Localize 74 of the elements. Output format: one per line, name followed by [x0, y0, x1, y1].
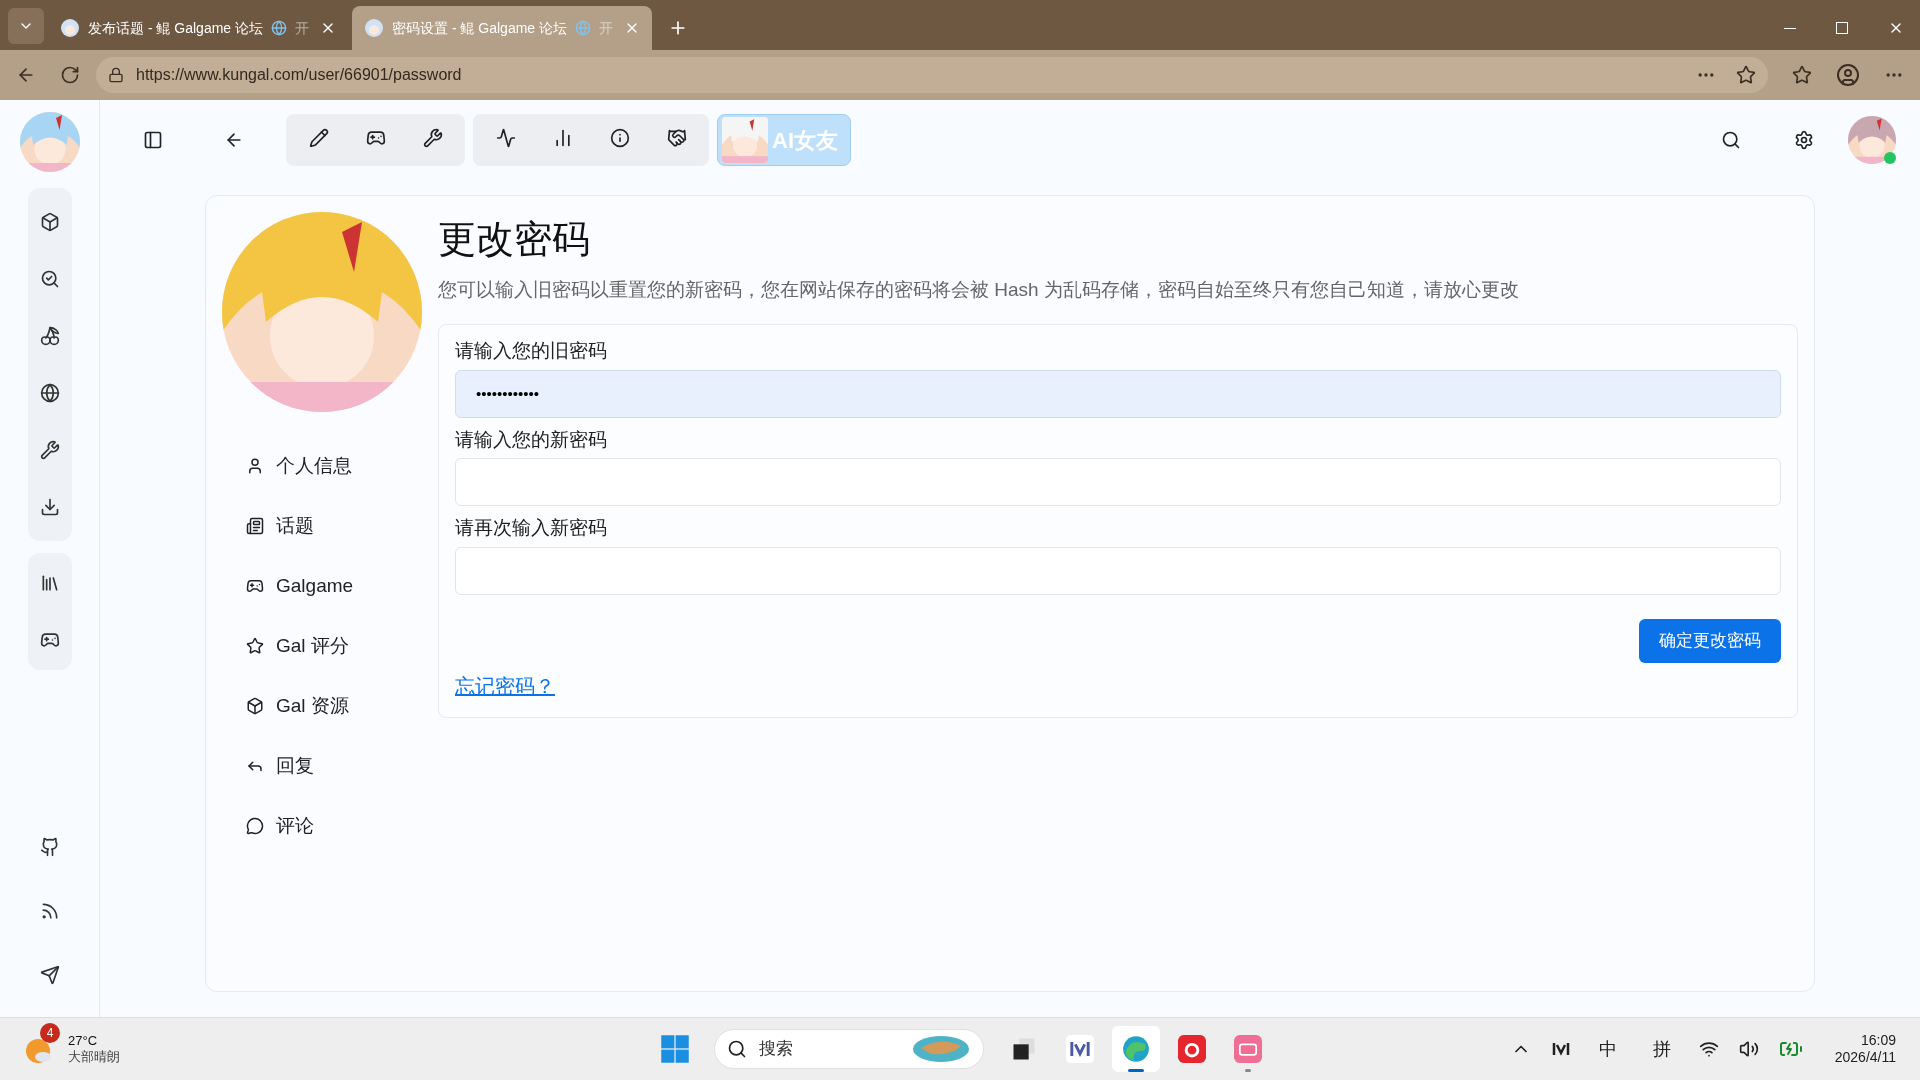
- edit-icon: [308, 128, 329, 148]
- star-icon: [246, 637, 264, 655]
- globe-icon: [575, 20, 592, 36]
- favicon-icon: [60, 18, 80, 38]
- profile-menu-item[interactable]: Gal 评分: [246, 616, 422, 676]
- profile-menu-item[interactable]: 回复: [246, 736, 422, 796]
- tv-icon: [1234, 1035, 1262, 1063]
- field-label: 请输入您的新密码: [455, 427, 608, 452]
- info-icon: [609, 128, 630, 148]
- favorites-icon[interactable]: [1792, 65, 1812, 85]
- gamepad-icon: [365, 128, 386, 148]
- search-icon: [727, 1039, 747, 1059]
- gamepad-icon: [246, 577, 264, 595]
- profile-menu-item[interactable]: Gal 资源: [246, 676, 422, 736]
- download-icon: [39, 497, 60, 517]
- password-field[interactable]: [455, 546, 1781, 595]
- settings-icon: [1793, 130, 1814, 150]
- globe-icon: [271, 20, 288, 36]
- tab-title: 发布话题 - 鲲 Galgame 论坛: [88, 18, 264, 38]
- profile-menu-item[interactable]: 话题: [246, 496, 422, 556]
- input-method-indicator[interactable]: 拼: [1644, 1035, 1679, 1063]
- reload-icon[interactable]: [60, 65, 80, 85]
- panel-icon: [142, 130, 163, 150]
- tab-title: 开: [295, 18, 310, 38]
- comment-icon: [246, 817, 264, 835]
- clock-date: 2026/4/11: [1834, 1049, 1896, 1067]
- browser-icon: [1122, 1035, 1150, 1063]
- wrench-icon: [422, 128, 443, 148]
- profile-icon[interactable]: [1836, 63, 1860, 87]
- address-bar[interactable]: https://www.kungal.com/user/66901/password: [96, 57, 1768, 93]
- activity-icon: [495, 128, 516, 148]
- notification-badge: 4: [40, 1023, 60, 1043]
- taskbar-search-field[interactable]: 搜索: [714, 1029, 984, 1069]
- page-description: 您可以输入旧密码以重置您的新密码，您在网站保存的密码将会被 Hash 为乱码存储，密码自始至终只有您自己知道，请放心更改: [438, 277, 1520, 302]
- github-icon: [39, 837, 60, 857]
- restore-icon[interactable]: [1836, 22, 1848, 34]
- send-icon: [39, 965, 60, 985]
- clock-time: 16:09: [1860, 1031, 1896, 1049]
- wrench-icon: [39, 440, 60, 460]
- search-icon: [1720, 130, 1741, 150]
- volume-icon: [1738, 1039, 1759, 1059]
- globe-icon: [39, 383, 60, 403]
- letter-m-icon: [1066, 1035, 1094, 1063]
- input-method-indicator[interactable]: 中: [1590, 1035, 1625, 1063]
- password-field[interactable]: [455, 458, 1781, 506]
- temperature: 27°C: [68, 1032, 99, 1049]
- profile-menu-item[interactable]: 评论: [246, 796, 422, 856]
- password-field[interactable]: ••••••••••••: [455, 369, 1781, 418]
- forgot-password-link[interactable]: 忘记密码？: [455, 670, 555, 701]
- start-icon[interactable]: [660, 1034, 690, 1064]
- field-label: 请输入您的旧密码: [455, 339, 608, 363]
- cube-icon: [39, 212, 60, 232]
- topic-icon: [246, 517, 264, 535]
- url-text: https://www.kungal.com/user/66901/password: [136, 65, 462, 85]
- submit-button[interactable]: 确定更改密码: [1639, 618, 1781, 663]
- profile-menu-item[interactable]: Galgame: [246, 556, 422, 616]
- handshake-icon: [666, 128, 687, 148]
- search-placeholder: 搜索: [759, 1038, 793, 1061]
- user-icon: [246, 457, 264, 475]
- minimize-icon[interactable]: [1784, 27, 1796, 29]
- tab-title: 密码设置 - 鲲 Galgame 论坛: [392, 18, 568, 38]
- weather-condition: 大部晴朗: [68, 1049, 120, 1066]
- gamepad-icon: [39, 630, 60, 650]
- page-title: 更改密码: [438, 217, 591, 262]
- favorite-icon[interactable]: [1736, 65, 1756, 85]
- lock-icon: [108, 67, 124, 83]
- profile-menu-item[interactable]: 个人信息: [246, 436, 422, 496]
- cube-icon: [246, 697, 264, 715]
- search-icon: [39, 269, 60, 289]
- favicon-icon: [364, 18, 384, 38]
- tab-title: 开: [599, 18, 614, 38]
- browser-tab[interactable]: 发布话题 - 鲲 Galgame 论坛 开: [48, 6, 348, 50]
- wifi-icon: [1698, 1039, 1719, 1059]
- field-label: 请再次输入新密码: [455, 516, 608, 540]
